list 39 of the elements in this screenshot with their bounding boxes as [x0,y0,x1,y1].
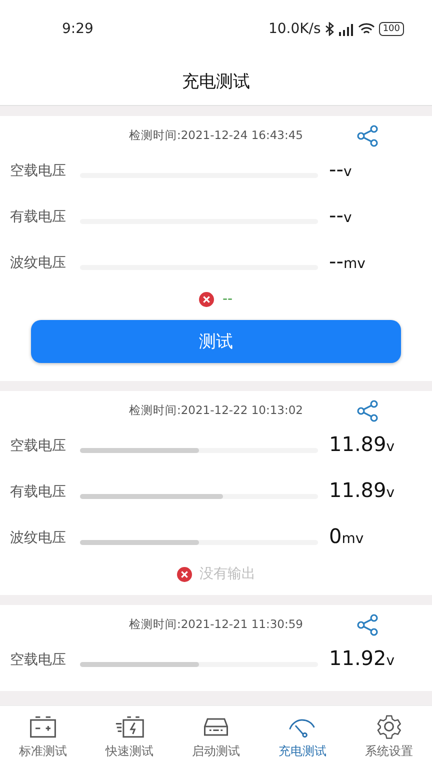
error-icon [199,292,214,306]
nav-tab[interactable]: 充电测试 [259,706,346,768]
wifi-icon [358,22,375,36]
voltage-label: 空载电压 [10,162,67,180]
voltage-reading: --v [329,203,352,227]
error-icon [176,566,192,582]
nav-tab[interactable]: 快速测试 [86,706,173,768]
share-icon[interactable] [356,613,380,637]
voltage-reading: --v [329,157,352,181]
nav-tab[interactable]: 标准测试 [0,706,86,768]
voltage-reading: 0mv [329,524,364,548]
share-icon[interactable] [356,124,380,148]
test-button[interactable]: 测试 [31,320,401,363]
page-title: 充电测试 [182,71,250,93]
voltage-reading: 11.89v [329,478,395,502]
battery-level: 100 [378,22,404,36]
voltage-label: 波纹电压 [10,254,67,272]
network-speed: 10.0K/s [268,21,321,37]
voltage-label: 波纹电压 [10,529,67,547]
nav-tab[interactable]: 启动测试 [172,706,260,768]
voltage-label: 有载电压 [10,208,67,226]
test-time: 检测时间:2021-12-22 10:13:02 [128,402,303,418]
share-icon[interactable] [356,399,380,423]
result-text: 没有输出 [200,565,256,583]
voltage-reading: 11.92v [329,646,395,670]
voltage-label: 有载电压 [10,483,67,501]
clock: 9:29 [62,21,94,37]
nav-tab[interactable]: 系统设置 [346,706,432,768]
battery-icon [28,714,58,739]
lightning-battery-icon [114,714,145,739]
signal-icon [338,22,354,36]
voltage-label: 空载电压 [10,437,67,455]
bluetooth-icon [324,22,334,36]
test-time: 检测时间:2021-12-21 11:30:59 [128,616,303,632]
test-time: 检测时间:2021-12-24 16:43:45 [128,128,303,142]
voltage-label: 空载电压 [10,651,67,669]
result-text: -- [222,291,233,307]
voltage-reading: --mv [329,249,366,273]
voltage-reading: 11.89v [329,432,395,456]
